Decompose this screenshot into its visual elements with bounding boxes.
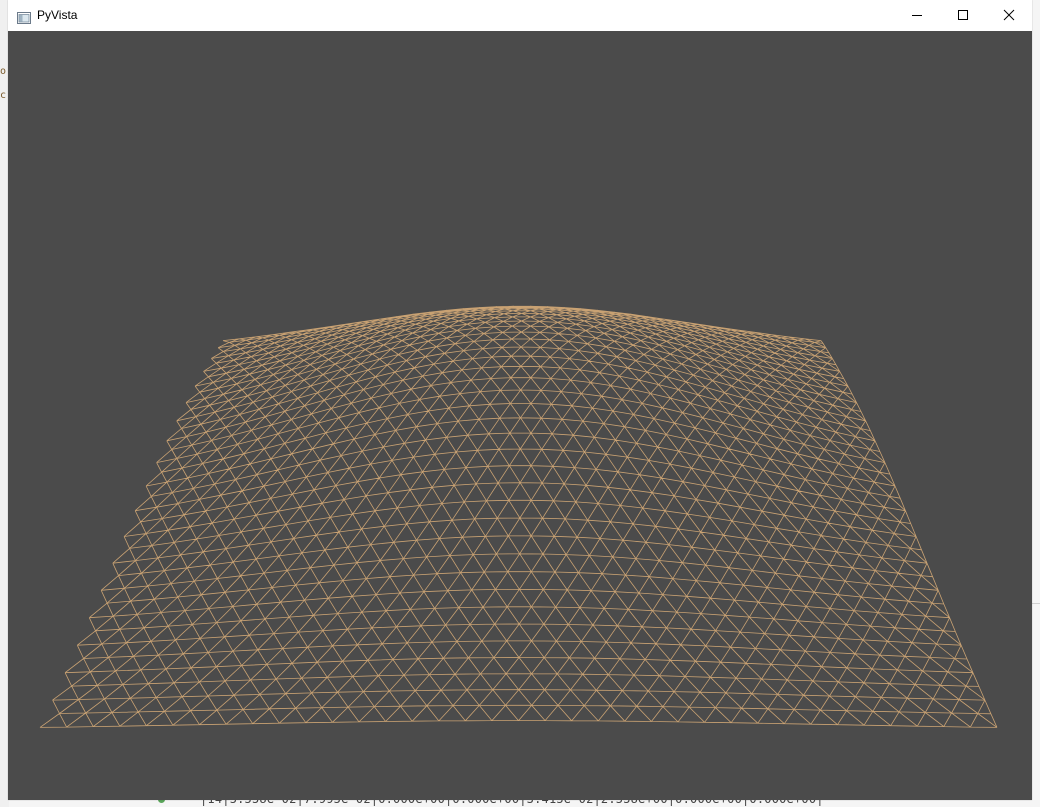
title-bar[interactable]: PyVista xyxy=(8,0,1032,31)
maximize-icon xyxy=(957,6,969,25)
close-button[interactable] xyxy=(986,0,1032,31)
window-title: PyVista xyxy=(37,8,78,22)
background-text-fragment: o xyxy=(0,66,7,77)
background-text-fragment: c xyxy=(0,90,7,101)
mesh-lines xyxy=(39,305,998,728)
render-viewport[interactable] xyxy=(8,31,1032,800)
maximize-button[interactable] xyxy=(940,0,986,31)
close-icon xyxy=(1003,6,1015,25)
minimize-icon xyxy=(911,6,923,25)
app-window-icon xyxy=(17,9,31,24)
mesh-edges xyxy=(39,305,998,728)
minimize-button[interactable] xyxy=(894,0,940,31)
background-divider xyxy=(1031,603,1040,604)
wireframe-mesh xyxy=(39,305,998,728)
pyvista-window[interactable]: PyVista xyxy=(8,0,1032,800)
